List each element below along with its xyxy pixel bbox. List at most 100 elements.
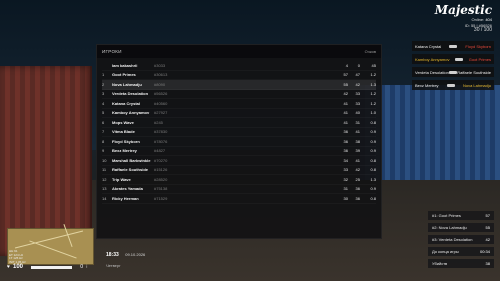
ammo-value: 0 — [80, 264, 83, 270]
player-stat-kills: 42 — [343, 91, 348, 97]
victim-name: Raffaele Southside — [457, 69, 491, 75]
player-rank: 6 — [102, 119, 105, 125]
player-rank: 13 — [102, 186, 107, 192]
scoreboard-title: ИГРОКИ — [102, 49, 122, 54]
player-id: #245 — [154, 119, 163, 125]
scoreboard-row[interactable]: 14 Ricky Herman #71529 30 36 0.8 — [102, 194, 376, 204]
player-id: #78076 — [154, 138, 168, 144]
player-rank: 8 — [102, 138, 105, 144]
victim-name: Floyd Skyborn — [465, 43, 491, 49]
player-rank: 12 — [102, 176, 107, 182]
player-rank: 1 — [102, 72, 105, 78]
player-stat-ratio: 0.8 — [370, 119, 376, 125]
player-rank: 4 — [102, 100, 105, 106]
player-id: #8090 — [154, 81, 166, 87]
player-name: Nova Lahmadju — [112, 81, 142, 87]
player-name: Floyd Skyborn — [112, 138, 140, 144]
killer-name: Bexz Mertrey — [415, 82, 439, 88]
scoreboard-row[interactable]: 9 Bexz Mertrey #4827 36 39 0.9 — [102, 147, 376, 157]
player-stat-ratio: 1.0 — [370, 110, 376, 116]
scoreboard-rows: lam kakashrii #3033 4 0 45 1 Goot Primes #30613… — [97, 58, 381, 204]
player-stat-ratio: 0.8 — [370, 195, 376, 201]
player-name: Raffaele Southside — [112, 167, 149, 173]
player-id: #3033 — [154, 62, 166, 68]
player-stat-kills: 30 — [343, 195, 348, 201]
clock-date: 09.10.2026 — [125, 252, 146, 257]
kill-feed-entry: Kamboy Annyamov Goot Primes — [412, 54, 494, 64]
player-stat-ratio: 1.2 — [370, 91, 376, 97]
player-stat-kills: 34 — [343, 157, 348, 163]
kill-feed-entry: Verdeta Desolation Raffaele Southside — [412, 67, 494, 77]
player-id: #15126 — [154, 167, 168, 173]
player-id: #70270 — [154, 157, 168, 163]
scoreboard-row[interactable]: 12 Trip Wave #28520 32 25 1.3 — [102, 175, 376, 185]
player-stat-kills: 31 — [343, 186, 348, 192]
player-stat-ratio: 0.9 — [370, 148, 376, 154]
player-stat-deaths: 25 — [355, 176, 360, 182]
player-stat-kills: 36 — [343, 148, 348, 154]
scoreboard-row[interactable]: 1 Goot Primes #30613 57 47 1.2 — [102, 71, 376, 81]
leaderboard-value: 55 — [485, 225, 490, 230]
player-stat-ratio: 1.3 — [370, 81, 376, 87]
ammo-icon: ⁝ — [86, 264, 88, 270]
leaderboard-label: #3: Verdeta Desolation — [432, 237, 473, 242]
player-rank: 5 — [102, 110, 105, 116]
leaderboard-label: Убийств — [432, 261, 448, 266]
scoreboard-row[interactable]: 5 Kamboy Annyamov #27927 41 40 1.0 — [102, 109, 376, 119]
player-id: #71529 — [154, 195, 168, 201]
scoreboard-row[interactable]: lam kakashrii #3033 4 0 45 — [102, 61, 376, 71]
minimap-data: HH 91 ET 124 Hz 1T 125 Hz INIT 1.05 Hz — [9, 249, 26, 264]
gun-icon — [449, 44, 458, 48]
online-value: 404 — [485, 17, 492, 22]
player-stat-kills: 41 — [343, 119, 348, 125]
player-stat-kills: 33 — [343, 167, 348, 173]
leaderboard-row: До конца игры 00:34 — [428, 247, 494, 256]
scoreboard-row[interactable]: 8 Floyd Skyborn #78076 36 38 0.9 — [102, 137, 376, 147]
player-stat-deaths: 39 — [355, 148, 360, 154]
scoreboard-row[interactable]: 13 Akrates Yamada #75138 31 36 0.9 — [102, 185, 376, 195]
player-stat-ratio: 0.9 — [370, 138, 376, 144]
leaderboard-label: #2: Nova Lahmadju — [432, 225, 467, 230]
player-name: lam kakashrii — [112, 62, 138, 68]
clock-time: 18:33 — [106, 252, 119, 258]
leaderboard-row: #3: Verdeta Desolation 42 — [428, 235, 494, 244]
player-name: Verdeta Desolation — [112, 91, 149, 97]
scoreboard-row[interactable]: 7 Vitma Blade #37830 36 41 0.9 — [102, 128, 376, 138]
game-clock: 18:33 09.10.2026 Четверг — [106, 243, 145, 268]
killer-name: Kamboy Annyamov — [415, 56, 450, 62]
scoreboard-row[interactable]: 6 Mops Wave #245 41 31 0.8 — [102, 118, 376, 128]
player-rank: 3 — [102, 91, 105, 97]
player-stat-ratio: 1.2 — [370, 72, 376, 78]
player-stat-deaths: 31 — [355, 119, 360, 125]
scoreboard-header: ИГРОКИ Очков — [97, 45, 381, 58]
player-id: #30613 — [154, 72, 168, 78]
leaderboard-value: 38 — [485, 261, 490, 266]
killer-name: Verdeta Desolation — [415, 69, 449, 75]
player-stat-kills: 55 — [343, 81, 348, 87]
scoreboard-row[interactable]: 2 Nova Lahmadju #8090 55 42 1.3 — [102, 80, 376, 90]
player-stat-deaths: 33 — [355, 100, 360, 106]
player-stat-deaths: 41 — [355, 129, 360, 135]
player-name: Akrates Yamada — [112, 186, 143, 192]
scoreboard-row[interactable]: 3 Verdeta Desolation #56526 42 33 1.2 — [102, 90, 376, 100]
leaderboard-label: До конца игры — [432, 249, 459, 254]
leaderboard-row: #1: Goot Primes 57 — [428, 211, 494, 220]
online-label: Online: — [471, 17, 486, 22]
gun-icon — [449, 70, 458, 74]
scoreboard-row[interactable]: 11 Raffaele Southside #15126 33 42 0.8 — [102, 166, 376, 176]
scoreboard-row[interactable]: 10 Marshall Barkwinkle #70270 34 41 0.8 — [102, 156, 376, 166]
player-name: Mops Wave — [112, 119, 134, 125]
leaderboard-row: #2: Nova Lahmadju 55 — [428, 223, 494, 232]
player-rank: 10 — [102, 157, 107, 163]
ammo-display: 0 ⁝ — [80, 264, 92, 270]
player-stat-kills: 57 — [343, 72, 348, 78]
scoreboard-row[interactable]: 4 Katana Crystal #40560 41 33 1.2 — [102, 99, 376, 109]
player-stat-kills: 41 — [343, 110, 348, 116]
player-name: Trip Wave — [112, 176, 131, 182]
player-stat-deaths: 33 — [355, 91, 360, 97]
killer-name: Katana Crystal — [415, 43, 442, 49]
player-id: #56526 — [154, 91, 168, 97]
minimap-road — [14, 230, 84, 249]
player-rank: 14 — [102, 195, 107, 201]
player-stat-deaths: 47 — [355, 72, 360, 78]
